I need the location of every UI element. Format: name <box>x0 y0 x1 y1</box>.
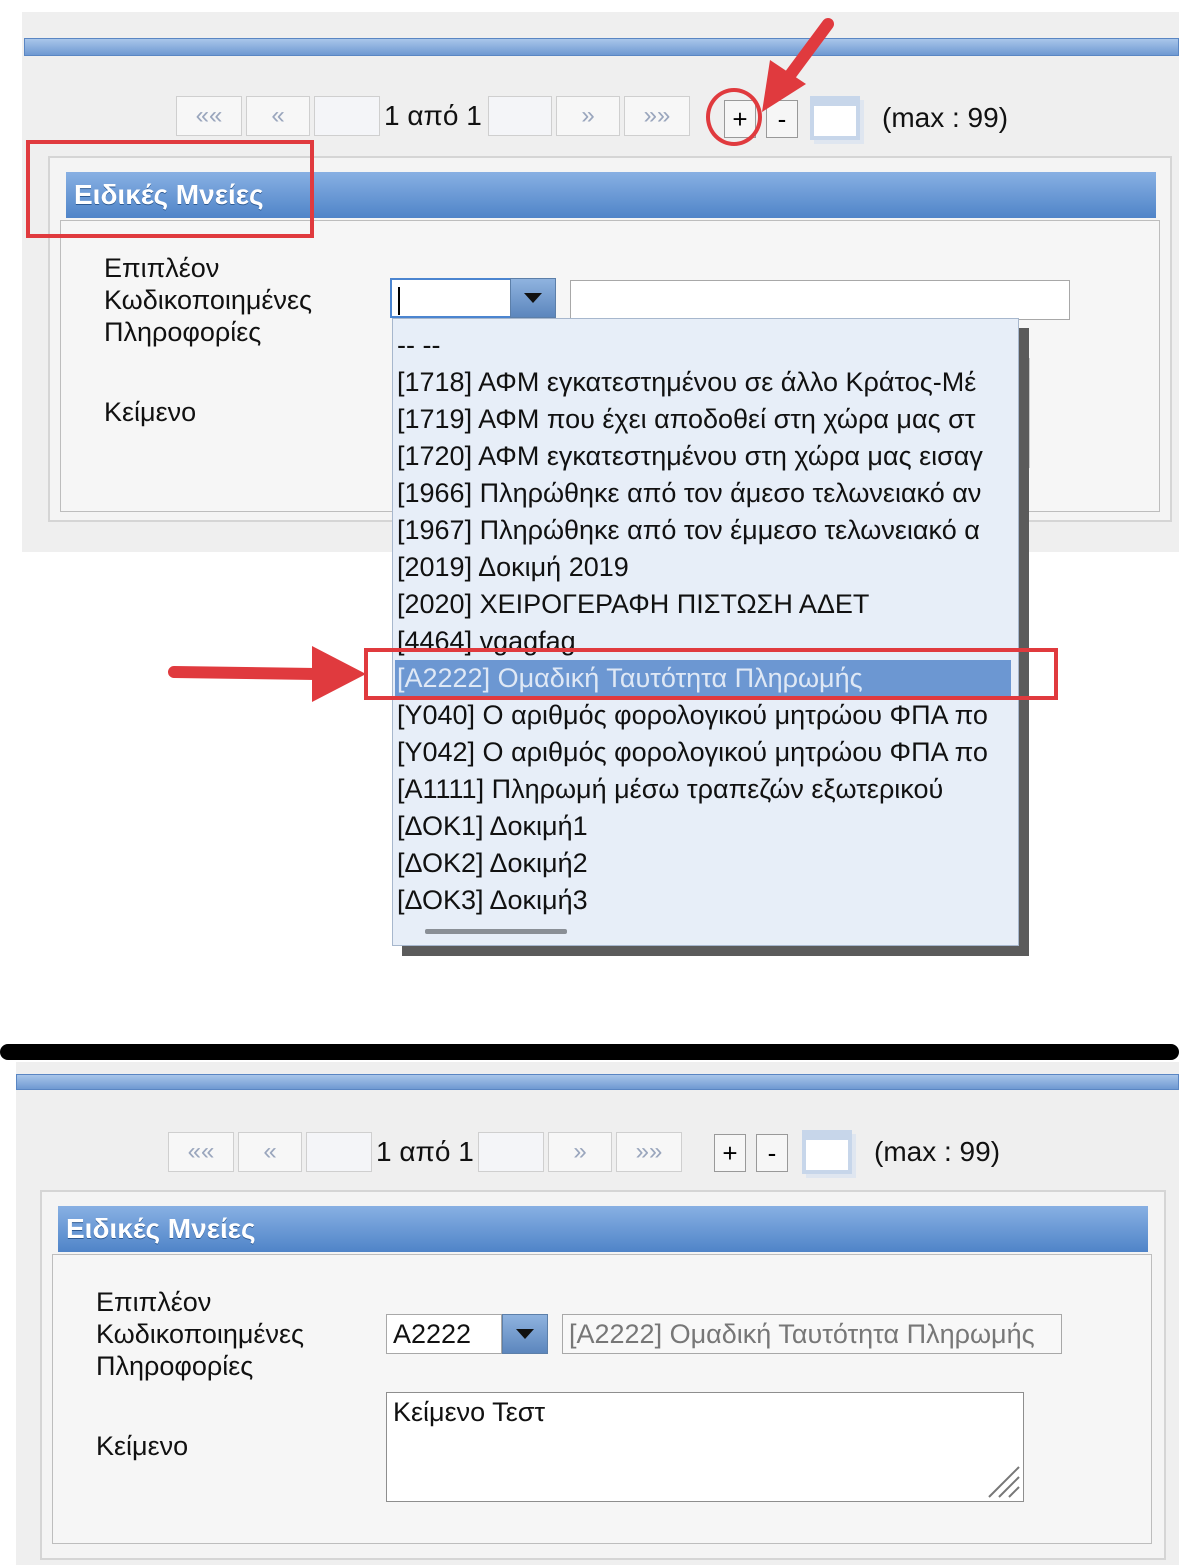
dropdown-option[interactable]: [1720] ΑΦΜ εγκατεστημένου στη χώρα μας ε… <box>397 438 1017 474</box>
dropdown-option[interactable]: [ΔΟΚ1] Δοκιμή1 <box>397 808 1017 844</box>
dropdown-option[interactable]: [2019] Δοκιμή 2019 <box>397 549 1017 585</box>
top-toolbar-strip <box>24 38 1179 56</box>
label-line-2: Κωδικοποιημένες <box>96 1319 305 1349</box>
last-page-button[interactable]: »» <box>616 1132 682 1172</box>
label-line-1: Επιπλέον <box>96 1287 212 1317</box>
extra-coded-info-label: Επιπλέον Κωδικοποιημένες Πληροφορίες <box>104 252 312 348</box>
section-title-highlight <box>26 140 314 238</box>
dropdown-option[interactable]: [1967] Πληρώθηκε από τον έμμεσο τελωνεια… <box>397 512 1017 548</box>
screenshot-divider <box>0 1044 1179 1060</box>
pager-spacer-right <box>488 96 552 136</box>
page-info: 1 από 1 <box>376 1136 474 1167</box>
first-page-button[interactable]: «« <box>176 96 242 136</box>
pager-spacer-right <box>478 1132 544 1172</box>
text-caret <box>398 286 400 315</box>
code-combo-input[interactable]: A2222 <box>386 1314 502 1354</box>
prev-page-button[interactable]: « <box>246 96 310 136</box>
page-info: 1 από 1 <box>384 100 482 131</box>
bottom-toolbar-strip <box>16 1074 1179 1090</box>
horizontal-scrollbar-thumb[interactable] <box>425 929 567 934</box>
dropdown-option[interactable]: [1718] ΑΦΜ εγκατεστημένου σε άλλο Κράτος… <box>397 364 1017 400</box>
arrow-to-selected-option <box>168 646 366 702</box>
dropdown-option[interactable]: [1966] Πληρώθηκε από τον άμεσο τελωνειακ… <box>397 475 1017 511</box>
text-textarea[interactable]: Κείμενο Τεστ <box>386 1392 1024 1502</box>
text-label: Κείμενο <box>96 1431 189 1461</box>
section-title: Ειδικές Μνείες <box>58 1206 1148 1252</box>
pager-spacer-left <box>306 1132 372 1172</box>
window-icon[interactable] <box>802 1130 852 1174</box>
last-page-button[interactable]: »» <box>624 96 690 136</box>
next-page-button[interactable]: » <box>556 96 620 136</box>
dropdown-option[interactable]: [Y042] Ο αριθμός φορολογικού μητρώου ΦΠΑ… <box>397 734 1017 770</box>
code-dropdown-list[interactable]: -- -- [1718] ΑΦΜ εγκατεστημένου σε άλλο Κ… <box>392 318 1019 946</box>
dropdown-option[interactable]: -- -- <box>397 327 1017 363</box>
max-count-label: (max : 99) <box>882 102 1009 133</box>
next-page-button[interactable]: » <box>548 1132 612 1172</box>
code-combo-input[interactable] <box>390 278 512 318</box>
label-line-2: Κωδικοποιημένες <box>104 285 313 315</box>
max-count-label: (max : 99) <box>874 1136 1001 1167</box>
dropdown-option[interactable]: [2020] ΧΕΙΡΟΓΕΡΑΦΗ ΠΙΣΤΩΣΗ ΑΔΕΤ <box>397 586 1017 622</box>
dropdown-option[interactable]: [ΔΟΚ2] Δοκιμή2 <box>397 845 1017 881</box>
first-page-button[interactable]: «« <box>168 1132 234 1172</box>
extra-coded-info-label: Επιπλέον Κωδικοποιημένες Πληροφορίες <box>96 1286 304 1382</box>
label-line-3: Πληροφορίες <box>104 317 262 347</box>
resize-handle-icon[interactable] <box>981 1459 1021 1499</box>
code-dropdown-button[interactable] <box>502 1314 548 1354</box>
dropdown-option[interactable]: [A1111] Πληρωμή μέσω τραπεζών εξωτερικού <box>397 771 1017 807</box>
code-dropdown-button[interactable] <box>510 278 556 318</box>
label-line-1: Επιπλέον <box>104 253 220 283</box>
add-entry-button[interactable]: + <box>714 1134 746 1172</box>
text-label: Κείμενο <box>104 397 197 427</box>
text-textarea-value: Κείμενο Τεστ <box>393 1397 546 1427</box>
selected-option-highlight <box>364 648 1058 700</box>
dropdown-option[interactable]: [Y040] Ο αριθμός φορολογικού μητρώου ΦΠΑ… <box>397 697 1017 733</box>
pager-spacer-left <box>314 96 380 136</box>
arrow-to-add-button <box>762 18 834 112</box>
remove-entry-button[interactable]: - <box>756 1134 788 1172</box>
prev-page-button[interactable]: « <box>238 1132 302 1172</box>
code-description-field <box>570 280 1070 320</box>
code-description-field: [A2222] Ομαδική Ταυτότητα Πληρωμής <box>562 1314 1062 1354</box>
dropdown-option[interactable]: [1719] ΑΦΜ που έχει αποδοθεί στη χώρα μα… <box>397 401 1017 437</box>
dropdown-option[interactable]: [ΔΟΚ3] Δοκιμή3 <box>397 882 1017 918</box>
label-line-3: Πληροφορίες <box>96 1351 254 1381</box>
